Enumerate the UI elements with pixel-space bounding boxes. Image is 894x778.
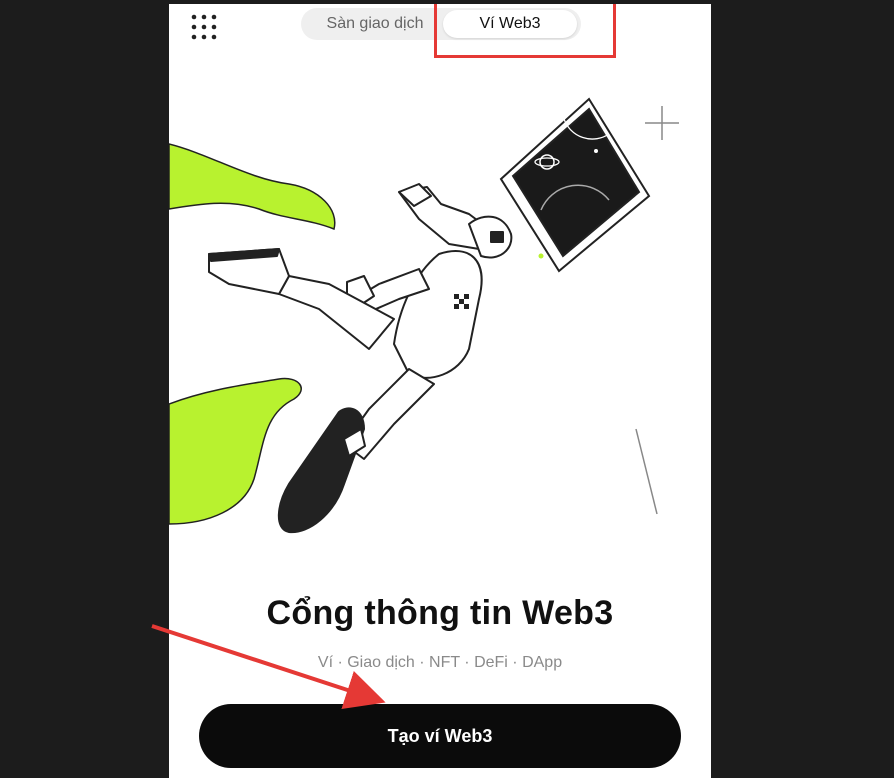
hero-subtitle: Ví · Giao dịch · NFT · DeFi · DApp bbox=[317, 654, 563, 671]
grid-menu-icon[interactable] bbox=[189, 12, 219, 42]
tab-web3-wallet[interactable]: Ví Web3 bbox=[443, 10, 577, 38]
app-screen: Sàn giao dịch Ví Web3 Cổng thông tin Web… bbox=[169, 4, 711, 778]
mode-switch: Sàn giao dịch Ví Web3 bbox=[301, 8, 581, 40]
tab-exchange[interactable]: Sàn giao dịch bbox=[311, 8, 439, 40]
astronaut-illustration bbox=[169, 97, 679, 534]
create-web3-wallet-button[interactable]: Tạo ví Web3 bbox=[199, 704, 681, 768]
hero-title: Cổng thông tin Web3 bbox=[266, 594, 614, 632]
